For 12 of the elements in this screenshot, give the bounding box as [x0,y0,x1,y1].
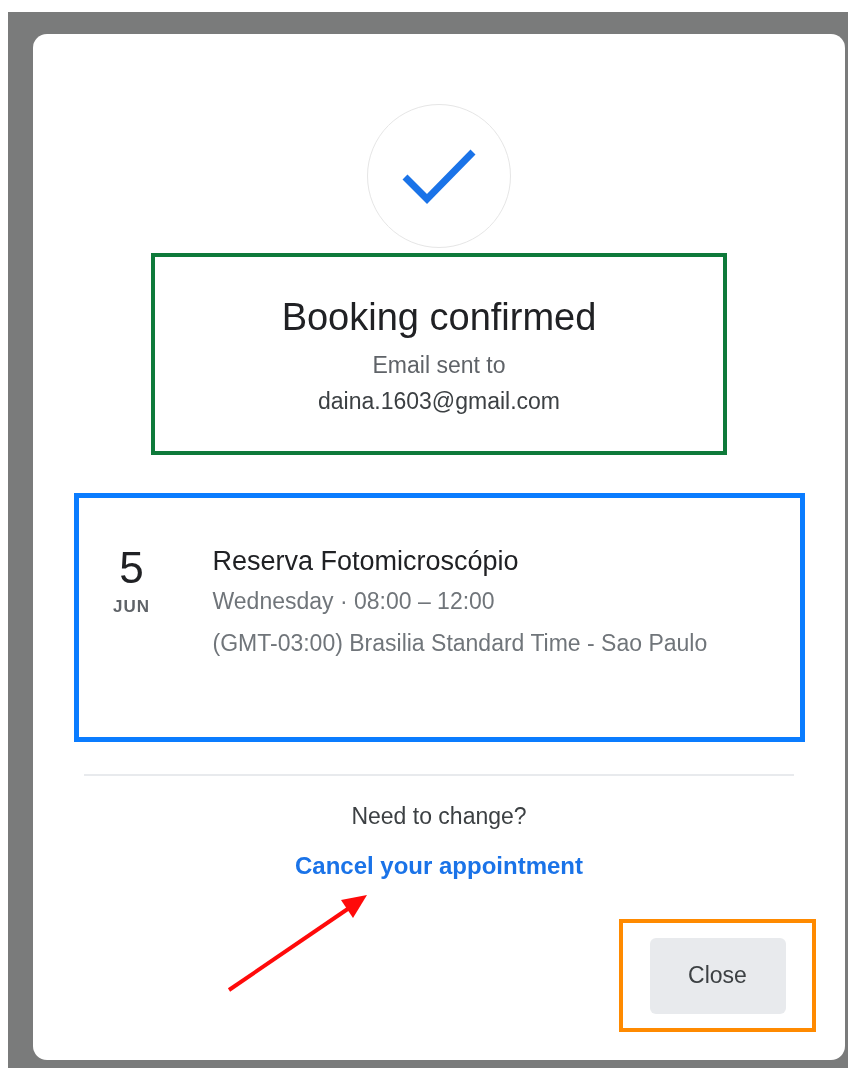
checkmark-icon [401,147,477,205]
event-timezone: (GMT-03:00) Brasilia Standard Time - Sao Paulo [212,629,709,658]
email-label: Email sent to [372,351,506,380]
event-time: Wednesday · 08:00 – 12:00 [212,587,496,616]
event-month: JUN [113,596,150,618]
dialog-title: Booking confirmed [281,295,597,340]
cancel-appointment-link[interactable]: Cancel your appointment [294,851,583,881]
change-prompt: Need to change? [351,802,527,831]
close-button[interactable]: Close [649,937,786,1014]
event-day: 5 [119,544,144,592]
email-address: daina.1603@gmail.com [318,387,560,416]
event-title: Reserva Fotomicroscópio [212,545,520,578]
